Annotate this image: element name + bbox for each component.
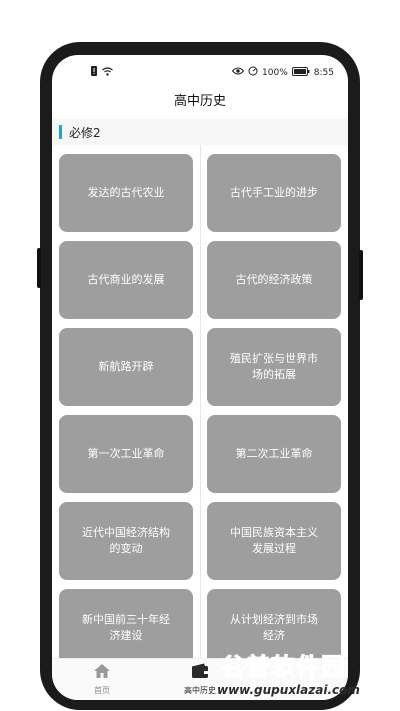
wifi-icon [102,66,113,79]
lesson-card[interactable]: 古代的经济政策 [207,241,341,319]
page-title: 高中历史 [173,94,226,109]
watermark-title: 谷普软件园 [221,653,346,682]
screen: 100% 8:55 高中历史 必修2 发达的古代农业 古代手工业的进步 古代商业… [52,55,348,700]
battery-percent: 100% [262,67,288,78]
watermark-logo: 谷普软件园 www.gupuxlazai.com [215,645,400,711]
lesson-grid: 发达的古代农业 古代手工业的进步 古代商业的发展 古代的经济政策 新航路开辟 殖… [52,145,348,658]
book-icon [191,663,209,683]
clock-time: 8:55 [313,67,334,78]
tab-home[interactable]: 首页 [62,663,142,696]
status-bar: 100% 8:55 [52,55,348,85]
watermark-url: www.gupuxlazai.com [217,683,360,697]
lesson-card[interactable]: 发达的古代农业 [59,154,193,232]
lesson-card[interactable]: 古代商业的发展 [59,241,193,319]
power-button [359,250,363,300]
lesson-card[interactable]: 中国民族资本主义发展过程 [207,502,341,580]
lesson-card[interactable]: 第二次工业革命 [207,415,341,493]
lesson-card[interactable]: 近代中国经济结构的变动 [59,502,193,580]
battery-icon [291,66,310,79]
eye-icon [231,67,245,78]
section-title: 必修2 [69,126,101,140]
gauge-icon [248,66,258,79]
volume-button [37,248,41,288]
alert-icon [90,66,98,79]
section-accent-bar [59,125,62,139]
lesson-card[interactable]: 殖民扩张与世界市场的拓展 [207,328,341,406]
column-divider [200,145,201,658]
section-header: 必修2 [52,119,348,145]
home-icon [93,664,111,683]
lesson-card[interactable]: 新航路开辟 [59,328,193,406]
lesson-card[interactable]: 第一次工业革命 [59,415,193,493]
lesson-card[interactable]: 古代手工业的进步 [207,154,341,232]
tab-home-label: 首页 [94,686,110,695]
lesson-card[interactable]: 新中国前三十年经济建设 [59,589,193,658]
